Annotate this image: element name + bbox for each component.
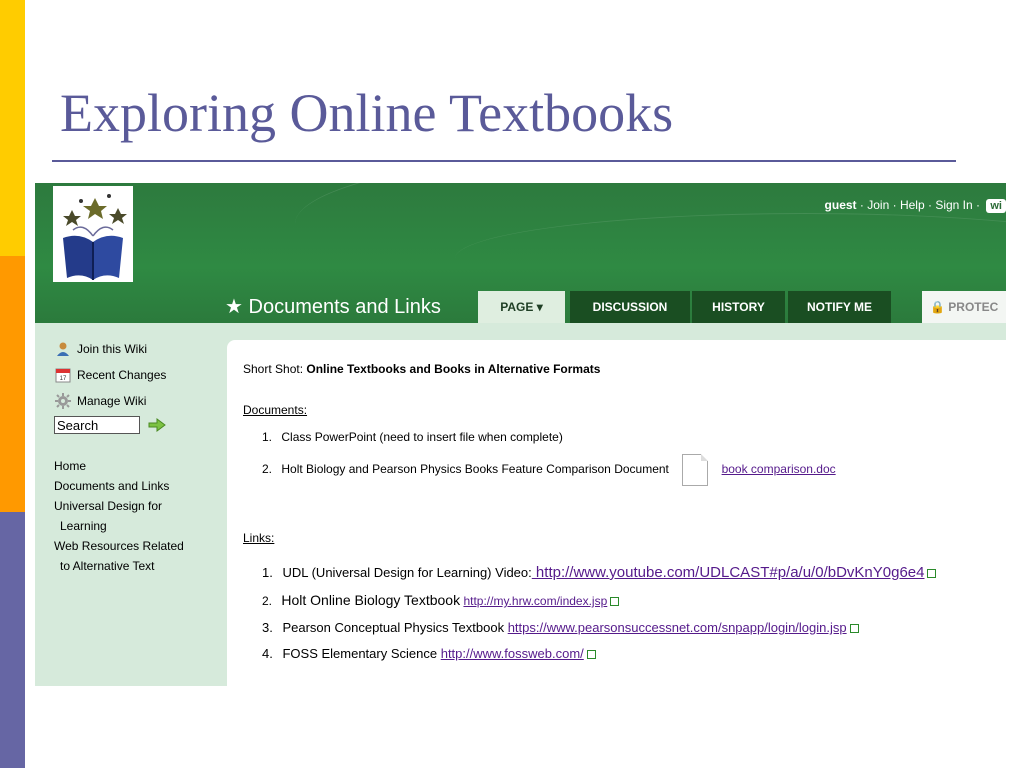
link-text: Holt Online Biology Textbook — [281, 592, 461, 608]
link-number: 4. — [262, 646, 273, 661]
short-shot-line: Short Shot: Online Textbooks and Books i… — [243, 362, 600, 376]
links-heading: Links: — [243, 531, 275, 545]
sidebar: Join this Wiki 17 Recent Changes Manage … — [35, 323, 227, 686]
go-arrow-icon[interactable] — [148, 418, 166, 432]
tab-discussion[interactable]: DISCUSSION — [570, 291, 690, 323]
document-number: 1. — [262, 430, 273, 444]
external-link-icon — [610, 597, 620, 607]
external-link-icon — [927, 569, 937, 579]
sign-in-link[interactable]: Sign In — [935, 198, 972, 212]
nav-universal-design-cont[interactable]: Learning — [54, 516, 184, 536]
manage-wiki-link[interactable]: Manage Wiki — [55, 393, 146, 409]
lock-icon: 🔒 — [930, 300, 945, 314]
pearson-physics-link[interactable]: https://www.pearsonsuccessnet.com/snpapp… — [508, 620, 847, 635]
link-item-2: 2. Holt Online Biology Textbook http://m… — [262, 592, 620, 608]
user-links: guest · Join · Help · Sign In · wi — [825, 198, 1006, 213]
join-wiki-link[interactable]: Join this Wiki — [55, 341, 147, 357]
doc-file-link[interactable]: book comparison.doc — [722, 462, 836, 476]
nav-web-resources-cont[interactable]: to Alternative Text — [54, 556, 184, 576]
protect-button[interactable]: 🔒 PROTEC — [922, 291, 1006, 323]
sidebar-nav: Home Documents and Links Universal Desig… — [54, 456, 184, 576]
nav-documents-and-links[interactable]: Documents and Links — [54, 476, 184, 496]
content-area: Short Shot: Online Textbooks and Books i… — [227, 323, 1006, 686]
link-number: 2. — [262, 594, 273, 608]
recent-changes-label: Recent Changes — [77, 368, 167, 382]
content-panel: Short Shot: Online Textbooks and Books i… — [227, 340, 1006, 686]
document-item-2: 2. Holt Biology and Pearson Physics Book… — [262, 452, 836, 486]
gear-icon — [55, 393, 71, 409]
link-item-1: 1. UDL (Universal Design for Learning) V… — [262, 564, 937, 581]
search-row — [54, 416, 166, 434]
documents-heading: Documents: — [243, 403, 308, 417]
udl-video-link[interactable]: http://www.youtube.com/UDLCAST#p/a/u/0/b… — [532, 564, 925, 581]
holt-biology-link[interactable]: http://my.hrw.com/index.jsp — [463, 594, 607, 608]
page-heading-text: Documents and Links — [248, 296, 441, 318]
link-text: FOSS Elementary Science — [282, 646, 438, 661]
link-number: 3. — [262, 620, 273, 635]
document-text: Class PowerPoint (need to insert file wh… — [281, 430, 563, 444]
wikispaces-badge[interactable]: wi — [986, 199, 1006, 213]
join-wiki-label: Join this Wiki — [77, 342, 148, 356]
wiki-header: guest · Join · Help · Sign In · wi ★ Doc… — [35, 183, 1006, 323]
help-link[interactable]: Help — [900, 198, 925, 212]
user-name: guest — [824, 198, 857, 212]
manage-wiki-label: Manage Wiki — [77, 394, 147, 408]
slide-title: Exploring Online Textbooks — [60, 83, 674, 143]
slide-accent-bar-yellow — [0, 0, 25, 256]
nav-home[interactable]: Home — [54, 456, 184, 476]
join-link[interactable]: Join — [867, 198, 889, 212]
document-text: Holt Biology and Pearson Physics Books F… — [281, 462, 669, 476]
search-input[interactable] — [54, 416, 140, 434]
svg-text:17: 17 — [60, 376, 67, 382]
document-item-1: 1. Class PowerPoint (need to insert file… — [262, 430, 563, 444]
page-heading: ★ Documents and Links — [225, 294, 441, 319]
slide-accent-bar-orange — [0, 256, 25, 512]
doc-file-icon[interactable] — [682, 453, 709, 486]
link-text: UDL (Universal Design for Learning) Vide… — [282, 565, 532, 580]
short-shot-title: Online Textbooks and Books in Alternativ… — [306, 362, 601, 376]
nav-universal-design[interactable]: Universal Design for — [54, 496, 184, 516]
calendar-icon: 17 — [55, 368, 71, 383]
short-shot-prefix: Short Shot: — [243, 362, 304, 376]
link-text: Pearson Conceptual Physics Textbook — [282, 620, 505, 635]
link-item-3: 3. Pearson Conceptual Physics Textbook h… — [262, 620, 859, 635]
document-number: 2. — [262, 462, 273, 476]
tab-history[interactable]: HISTORY — [692, 291, 785, 323]
protect-label: PROTEC — [948, 300, 999, 314]
star-icon: ★ — [225, 296, 243, 318]
wiki-logo[interactable] — [53, 186, 133, 282]
nav-web-resources[interactable]: Web Resources Related — [54, 536, 184, 556]
slide-accent-bar-purple — [0, 512, 25, 768]
open-book-icon — [63, 194, 127, 280]
external-link-icon — [849, 624, 859, 634]
tab-page[interactable]: PAGE ▾ — [478, 291, 565, 323]
link-number: 1. — [262, 565, 273, 580]
link-item-4: 4. FOSS Elementary Science http://www.fo… — [262, 646, 596, 661]
tab-notify-me[interactable]: NOTIFY ME — [788, 291, 891, 323]
title-divider — [52, 160, 956, 162]
foss-web-link[interactable]: http://www.fossweb.com/ — [441, 646, 584, 661]
external-link-icon — [586, 650, 596, 660]
user-icon — [57, 342, 69, 356]
recent-changes-link[interactable]: 17 Recent Changes — [55, 367, 166, 383]
wiki-screenshot: guest · Join · Help · Sign In · wi ★ Doc… — [35, 183, 1006, 686]
